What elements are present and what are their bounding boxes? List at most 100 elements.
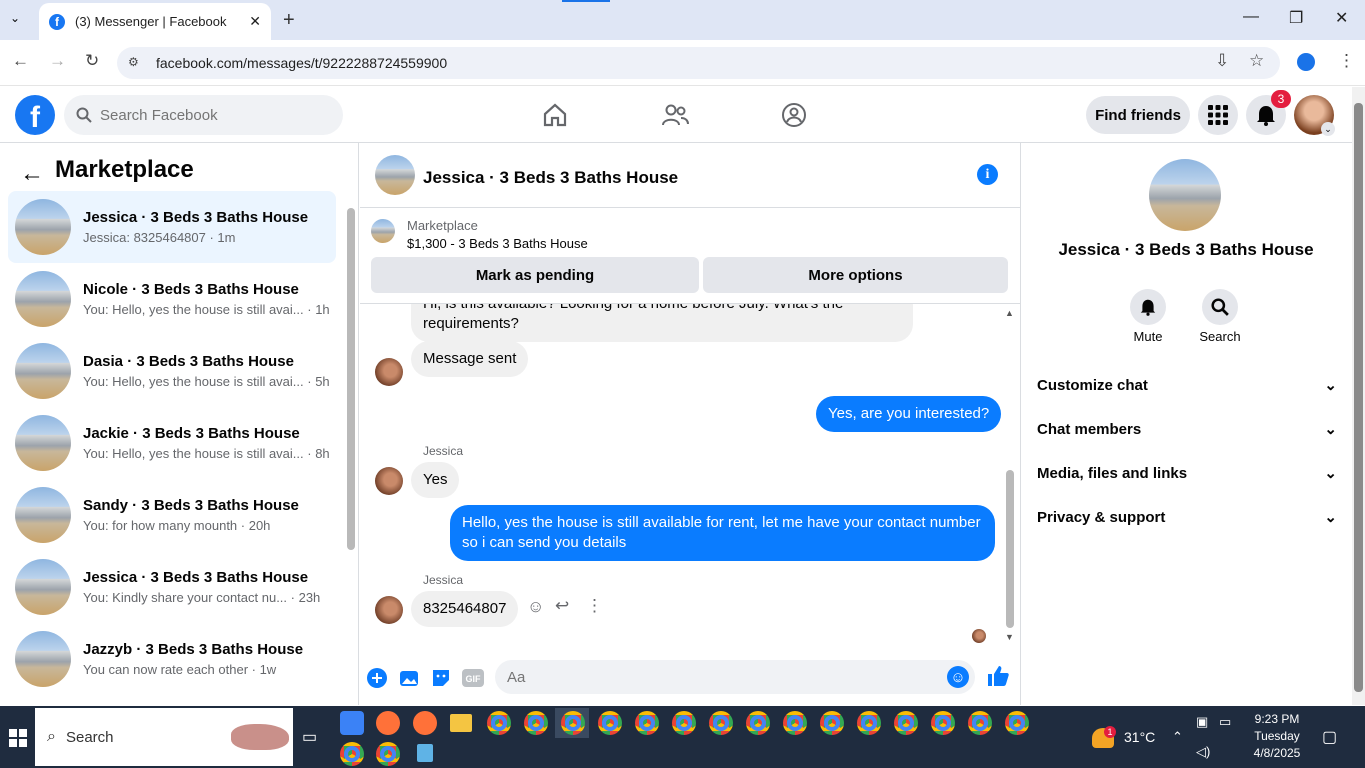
file-explorer-icon[interactable]	[450, 714, 472, 732]
chat-members-section[interactable]: Chat members ⌄	[1037, 420, 1337, 439]
chrome-icon[interactable]	[968, 711, 992, 735]
chrome-icon[interactable]	[783, 711, 807, 735]
address-bar[interactable]: facebook.com/messages/t/9222288724559900	[117, 47, 1280, 79]
windows-start-icon[interactable]	[9, 729, 27, 752]
account-chevron-icon[interactable]: ⌄	[1321, 122, 1335, 136]
chrome-icon[interactable]	[524, 711, 548, 735]
chat-scroll-up-icon[interactable]: ▲	[1005, 308, 1014, 318]
browser-tab[interactable]: f (3) Messenger | Facebook ✕	[39, 3, 271, 40]
chrome-menu-icon[interactable]: ⋮	[1338, 51, 1355, 71]
back-arrow-icon[interactable]: ←	[20, 160, 44, 188]
chrome-icon[interactable]	[931, 711, 955, 735]
taskbar-clock[interactable]: 9:23 PM Tuesday 4/8/2025	[1242, 711, 1312, 762]
chrome-icon[interactable]	[672, 711, 696, 735]
facebook-search-input[interactable]	[100, 106, 320, 124]
listing-small-thumbnail[interactable]	[371, 219, 395, 243]
network-icon[interactable]: ▭	[1219, 714, 1231, 730]
notepad-icon[interactable]	[417, 744, 433, 762]
chat-title[interactable]: Jessica · 3 Beds 3 Baths House	[423, 168, 678, 188]
task-view-icon[interactable]: ▭	[302, 727, 317, 747]
site-settings-icon[interactable]: ⚙	[128, 55, 139, 69]
message-bubble: Yes	[411, 462, 460, 498]
firefox-icon[interactable]	[376, 711, 400, 735]
more-actions-icon[interactable]: ⋮	[586, 596, 603, 616]
conversation-item[interactable]: Nicole · 3 Beds 3 Baths House You: Hello,…	[8, 263, 336, 335]
install-app-icon[interactable]: ⇩	[1215, 51, 1229, 71]
more-options-button[interactable]: More options	[703, 257, 1008, 293]
like-thumb-icon[interactable]	[986, 664, 1010, 693]
mute-button[interactable]	[1130, 289, 1166, 325]
conversation-item[interactable]: Dasia · 3 Beds 3 Baths House You: Hello, …	[8, 335, 336, 407]
customize-chat-section[interactable]: Customize chat ⌄	[1037, 376, 1337, 395]
close-tab-icon[interactable]: ✕	[249, 13, 261, 30]
show-hidden-icons-icon[interactable]: ⌃	[1172, 729, 1183, 745]
volume-icon[interactable]: ◁)	[1196, 744, 1210, 760]
conversation-item[interactable]: Jazzyb · 3 Beds 3 Baths House You can now…	[8, 623, 336, 695]
firefox-icon[interactable]	[413, 711, 437, 735]
chrome-icon[interactable]	[746, 711, 770, 735]
chrome-icon[interactable]	[487, 711, 511, 735]
conversation-list-scrollbar[interactable]	[347, 208, 355, 550]
profile-icon[interactable]	[1297, 53, 1315, 71]
home-icon[interactable]	[535, 98, 575, 132]
gif-icon[interactable]: GIF	[462, 667, 484, 689]
chrome-icon[interactable]	[1005, 711, 1029, 735]
chrome-icon[interactable]	[340, 742, 364, 766]
chat-scroll-down-icon[interactable]: ▼	[1005, 632, 1014, 642]
bookmark-star-icon[interactable]: ☆	[1249, 51, 1264, 71]
message-input[interactable]	[507, 668, 927, 686]
chat-scrollbar[interactable]	[1006, 470, 1014, 628]
conversation-item[interactable]: Jessica · 3 Beds 3 Baths House You: Kindl…	[8, 551, 336, 623]
groups-icon[interactable]	[774, 98, 814, 132]
message-composer[interactable]	[495, 660, 975, 694]
minimize-icon[interactable]: —	[1243, 8, 1259, 26]
conversation-item[interactable]: Jessica · 3 Beds 3 Baths House Jessica: 8…	[8, 191, 336, 263]
photo-icon[interactable]	[398, 667, 420, 689]
add-icon[interactable]	[366, 667, 388, 689]
page-scrollbar[interactable]	[1354, 103, 1363, 692]
emoji-icon[interactable]: ☺	[947, 666, 969, 688]
chrome-icon[interactable]	[857, 711, 881, 735]
conversation-item[interactable]: Sandy · 3 Beds 3 Baths House You: for how…	[8, 479, 336, 551]
jessica-avatar[interactable]	[375, 467, 403, 495]
new-tab-icon[interactable]: +	[283, 9, 295, 32]
weather-temp[interactable]: 31°C	[1124, 729, 1155, 745]
info-icon[interactable]: i	[977, 164, 998, 185]
notification-center-icon[interactable]: ▢	[1322, 727, 1337, 747]
maximize-icon[interactable]: ❐	[1289, 8, 1303, 28]
friends-icon[interactable]	[655, 98, 695, 132]
chrome-icon[interactable]	[598, 711, 622, 735]
media-files-links-section[interactable]: Media, files and links ⌄	[1037, 464, 1337, 483]
menu-grid-icon[interactable]	[1198, 95, 1238, 135]
chrome-icon[interactable]	[376, 742, 400, 766]
details-listing-avatar[interactable]	[1149, 159, 1221, 231]
listing-thumbnail	[15, 415, 71, 471]
jessica-avatar[interactable]	[375, 596, 403, 624]
reply-icon[interactable]: ↩	[555, 596, 569, 616]
listing-price[interactable]: $1,300 - 3 Beds 3 Baths House	[407, 236, 588, 251]
chat-listing-avatar[interactable]	[375, 155, 415, 195]
conversation-item[interactable]: Jackie · 3 Beds 3 Baths House You: Hello,…	[8, 407, 336, 479]
back-icon[interactable]: ←	[12, 51, 29, 71]
taskbar-search[interactable]: ⌕ Search	[35, 708, 293, 766]
search-conversation-button[interactable]	[1202, 289, 1238, 325]
tab-search-icon[interactable]: ⌄	[10, 11, 20, 25]
chrome-icon[interactable]	[561, 711, 585, 735]
chrome-icon[interactable]	[635, 711, 659, 735]
privacy-support-section[interactable]: Privacy & support ⌄	[1037, 508, 1337, 527]
forward-icon[interactable]: →	[49, 51, 66, 71]
mark-as-pending-button[interactable]: Mark as pending	[371, 257, 699, 293]
chrome-icon[interactable]	[894, 711, 918, 735]
jessica-avatar[interactable]	[375, 358, 403, 386]
facebook-search[interactable]	[64, 95, 343, 135]
facebook-logo-icon[interactable]: f	[15, 95, 55, 135]
window-close-icon[interactable]: ✕	[1335, 8, 1348, 28]
chrome-icon[interactable]	[709, 711, 733, 735]
chrome-icon[interactable]	[820, 711, 844, 735]
find-friends-button[interactable]: Find friends	[1086, 96, 1190, 134]
sticker-icon[interactable]	[430, 667, 452, 689]
reload-icon[interactable]: ↻	[85, 51, 99, 71]
app-icon[interactable]	[340, 711, 364, 735]
camera-icon[interactable]: ▣	[1196, 714, 1208, 730]
react-emoji-icon[interactable]: ☺	[527, 597, 544, 617]
